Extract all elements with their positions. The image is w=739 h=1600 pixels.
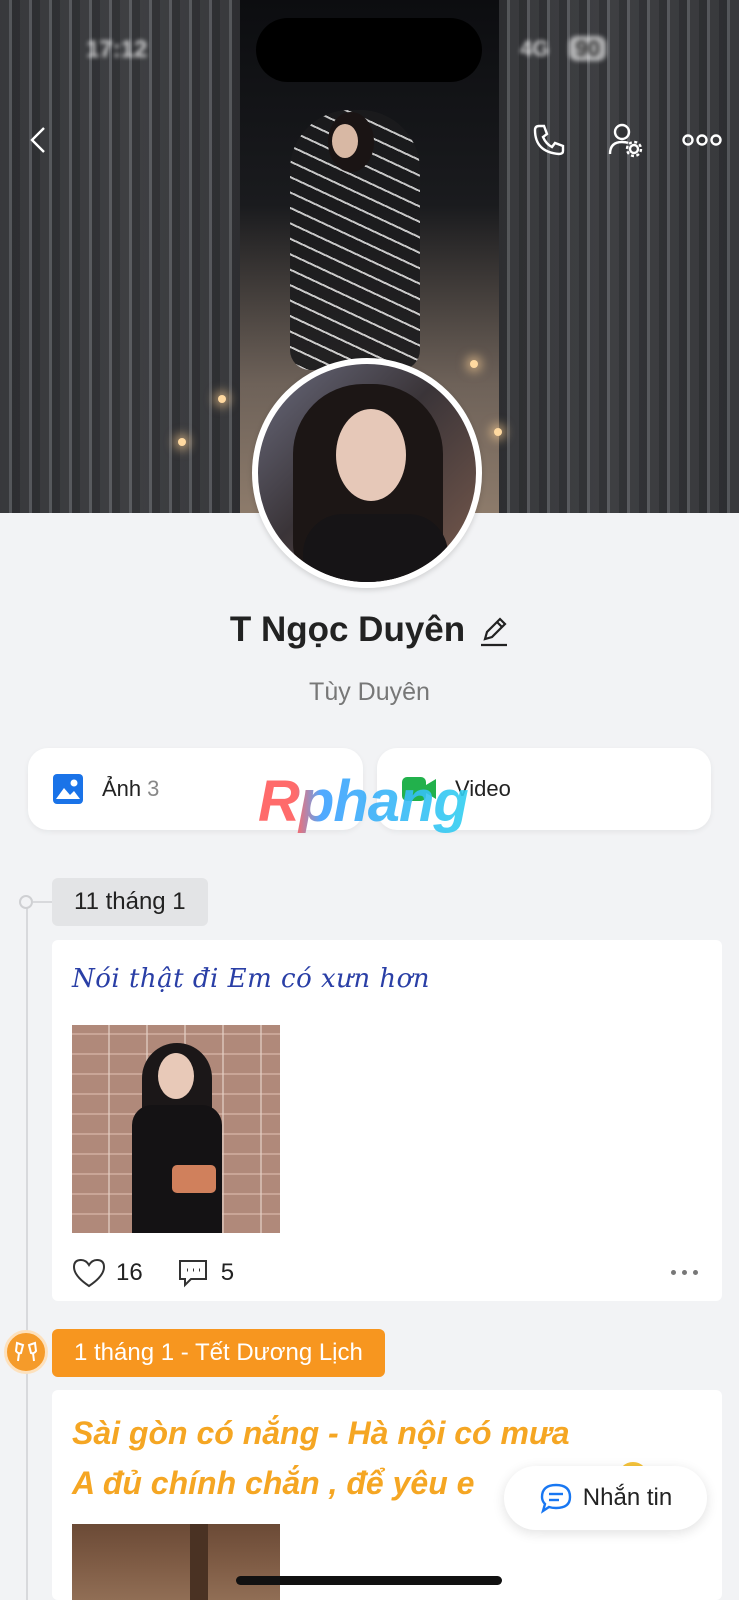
post-text: Sài gòn có nắng - Hà nội có mưa A đủ chí… (72, 1408, 570, 1508)
camera-notch (256, 18, 482, 82)
cover-lamp (494, 428, 502, 436)
photo-handbag (172, 1165, 216, 1193)
photos-count: 3 (147, 776, 160, 801)
more-horizontal-icon (682, 134, 722, 146)
post-text-line: A đủ chính chắn , để yêu e (72, 1465, 475, 1501)
phone-icon (533, 124, 565, 156)
photos-label: Ảnh 3 (102, 776, 159, 802)
comment-icon[interactable] (177, 1258, 209, 1288)
profile-settings-button[interactable] (603, 118, 647, 162)
network-label: 4G (520, 36, 550, 61)
post-card[interactable]: Nói thật đi Em có xưn hơn 16 5 (52, 940, 722, 1301)
edit-pencil-icon[interactable] (479, 613, 509, 647)
post-text: Nói thật đi Em có xưn hơn (72, 964, 431, 994)
dot (693, 1270, 698, 1275)
photos-label-text: Ảnh (102, 776, 142, 801)
post-photo[interactable] (72, 1025, 280, 1233)
chevron-left-icon (30, 127, 45, 153)
more-options-button[interactable] (680, 118, 724, 162)
status-indicators: 4G 90 (520, 36, 606, 62)
back-button[interactable] (16, 118, 60, 162)
comment-count: 5 (220, 1259, 235, 1286)
post-photo[interactable] (72, 1524, 280, 1600)
timeline-date: 11 tháng 1 (52, 878, 208, 926)
avatar-face (336, 409, 406, 501)
cover-lamp (218, 395, 226, 403)
dot (682, 1270, 687, 1275)
cover-person-face (332, 124, 358, 158)
name-row: T Ngọc Duyên (0, 610, 739, 650)
post-more-button[interactable] (671, 1270, 698, 1275)
user-settings-icon (608, 123, 643, 158)
avatar-body (303, 514, 448, 582)
cover-lamp (178, 438, 186, 446)
holiday-date: 1 tháng 1 - Tết Dương Lịch (52, 1329, 385, 1377)
message-button-label: Nhắn tin (582, 1484, 673, 1511)
profile-alias: Tùy Duyên (309, 678, 430, 706)
battery-level: 90 (569, 36, 606, 61)
home-indicator (236, 1576, 502, 1585)
cover-lamp (470, 360, 478, 368)
timeline-tick (33, 901, 53, 903)
call-button[interactable] (527, 118, 571, 162)
profile-name: T Ngọc Duyên (229, 610, 466, 649)
photo-person-face (158, 1053, 194, 1099)
message-button[interactable]: Nhắn tin (504, 1466, 707, 1530)
photo-icon (53, 774, 83, 804)
timeline-line (26, 900, 28, 1600)
cheers-icon (4, 1330, 48, 1374)
watermark-logo: Rphang (258, 769, 469, 834)
heart-icon[interactable] (72, 1258, 106, 1288)
status-time: 17:12 (86, 36, 148, 63)
avatar[interactable] (252, 358, 482, 588)
cover-wall-left (0, 0, 240, 513)
post-actions: 16 5 (72, 1258, 234, 1288)
chat-bubble-icon (540, 1483, 571, 1514)
cover-wall-right (499, 0, 739, 513)
dot (671, 1270, 676, 1275)
post-text-line: Sài gòn có nắng - Hà nội có mưa (72, 1415, 570, 1451)
timeline-dot (19, 895, 33, 909)
like-count: 16 (116, 1259, 143, 1286)
photo-beam (190, 1524, 208, 1600)
